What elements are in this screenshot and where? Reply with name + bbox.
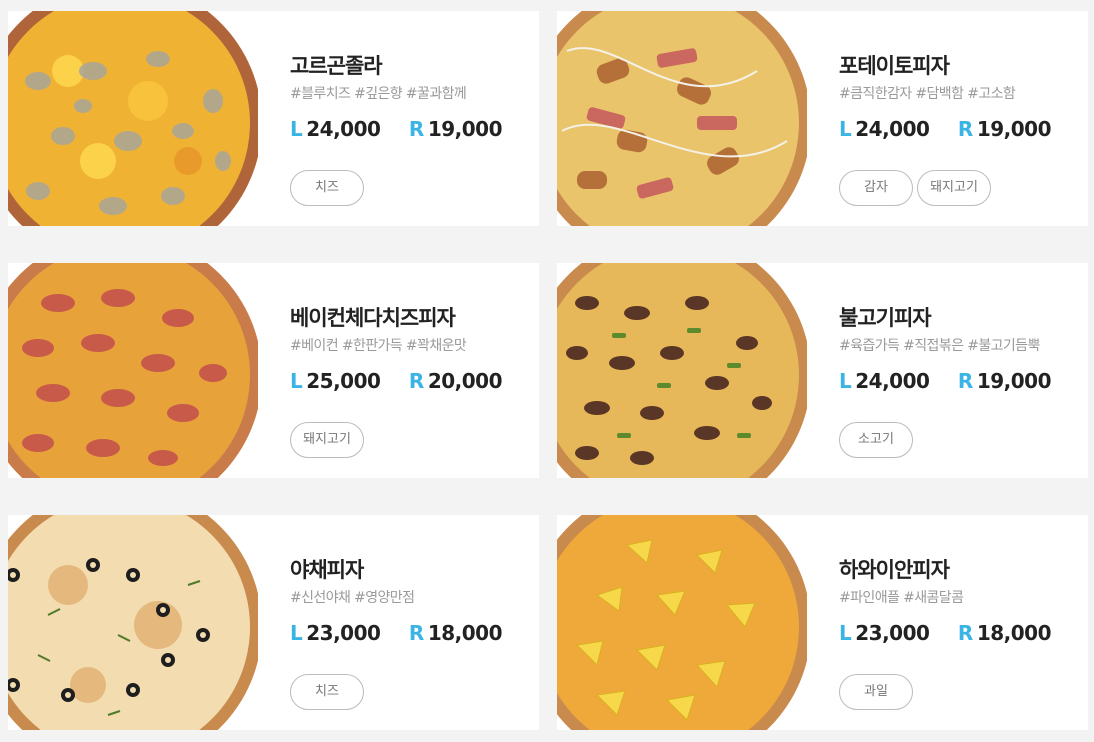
price-large-amount: 25,000 <box>306 369 381 393</box>
pizza-tags: #신선야채 #영양만점 <box>290 590 415 606</box>
menu-card-info: 고르곤졸라 #블루치즈 #깊은향 #꿀과함께 L 24,000 R 19,000 치… <box>290 51 535 206</box>
price-large: L 23,000 <box>290 618 381 648</box>
potato-pizza-image[interactable] <box>557 11 807 226</box>
bacon-cheddar-pizza-image[interactable] <box>8 263 258 478</box>
menu-card-info: 하와이안피자 #파인애플 #새콤달콤 L 23,000 R 18,000 과일 <box>839 555 1084 710</box>
price-regular: R 18,000 <box>957 618 1052 648</box>
size-large-label: L <box>839 621 852 645</box>
price-regular: R 18,000 <box>408 618 503 648</box>
pizza-tags: #육즙가득 #직접볶은 #불고기듬뿍 <box>839 338 1040 354</box>
menu-card-info: 포테이토피자 #큼직한감자 #담백함 #고소함 L 24,000 R 19,000 … <box>839 51 1084 206</box>
pizza-prices: L 23,000 R 18,000 <box>290 618 535 648</box>
price-regular: R 20,000 <box>408 366 503 396</box>
price-large: L 23,000 <box>839 618 930 648</box>
menu-card-info: 야채피자 #신선야채 #영양만점 L 23,000 R 18,000 치즈 <box>290 555 535 710</box>
menu-card-bacon-cheddar[interactable]: 베이컨체다치즈피자 #베이컨 #한판가득 #꽉채운맛 L 25,000 R 20,0… <box>8 263 539 478</box>
size-regular-label: R <box>957 369 973 393</box>
price-large-amount: 24,000 <box>855 117 930 141</box>
pizza-prices: L 24,000 R 19,000 <box>839 366 1084 396</box>
price-large-amount: 23,000 <box>855 621 930 645</box>
vegetable-pizza-image[interactable] <box>8 515 258 730</box>
price-regular: R 19,000 <box>957 366 1052 396</box>
topping-chips: 감자 돼지고기 <box>839 170 1084 206</box>
topping-chip[interactable]: 돼지고기 <box>917 170 991 206</box>
size-large-label: L <box>290 117 303 141</box>
topping-chips: 과일 <box>839 674 1084 710</box>
menu-card-info: 불고기피자 #육즙가득 #직접볶은 #불고기듬뿍 L 24,000 R 19,000… <box>839 303 1084 458</box>
topping-chips: 치즈 <box>290 674 535 710</box>
pizza-tags: #블루치즈 #깊은향 #꿀과함께 <box>290 86 467 102</box>
topping-chip[interactable]: 소고기 <box>839 422 913 458</box>
price-regular-amount: 18,000 <box>427 621 503 645</box>
pizza-tags: #베이컨 #한판가득 #꽉채운맛 <box>290 338 467 354</box>
bulgogi-pizza-image[interactable] <box>557 263 807 478</box>
menu-card-hawaiian[interactable]: 하와이안피자 #파인애플 #새콤달콤 L 23,000 R 18,000 과일 <box>557 515 1088 730</box>
pizza-name[interactable]: 베이컨체다치즈피자 <box>290 303 535 333</box>
size-regular-label: R <box>408 369 424 393</box>
price-large-amount: 24,000 <box>855 369 930 393</box>
size-regular-label: R <box>957 621 973 645</box>
size-large-label: L <box>839 117 852 141</box>
pizza-prices: L 24,000 R 19,000 <box>290 114 535 144</box>
topping-chip[interactable]: 과일 <box>839 674 913 710</box>
price-large: L 24,000 <box>839 366 930 396</box>
pizza-prices: L 24,000 R 19,000 <box>839 114 1084 144</box>
price-regular-amount: 19,000 <box>976 117 1052 141</box>
menu-card-info: 베이컨체다치즈피자 #베이컨 #한판가득 #꽉채운맛 L 25,000 R 20,0… <box>290 303 535 458</box>
price-regular-amount: 19,000 <box>976 369 1052 393</box>
pizza-menu-grid: 고르곤졸라 #블루치즈 #깊은향 #꿀과함께 L 24,000 R 19,000 치… <box>0 0 1094 742</box>
size-regular-label: R <box>408 621 424 645</box>
price-regular-amount: 19,000 <box>427 117 503 141</box>
pizza-name[interactable]: 불고기피자 <box>839 303 1084 333</box>
price-large: L 24,000 <box>290 114 381 144</box>
menu-card-vegetable[interactable]: 야채피자 #신선야채 #영양만점 L 23,000 R 18,000 치즈 <box>8 515 539 730</box>
pizza-prices: L 23,000 R 18,000 <box>839 618 1084 648</box>
topping-chip[interactable]: 치즈 <box>290 674 364 710</box>
price-regular: R 19,000 <box>408 114 503 144</box>
size-large-label: L <box>839 369 852 393</box>
price-large-amount: 24,000 <box>306 117 381 141</box>
price-regular: R 19,000 <box>957 114 1052 144</box>
pizza-name[interactable]: 포테이토피자 <box>839 51 1084 81</box>
topping-chip[interactable]: 돼지고기 <box>290 422 364 458</box>
price-large-amount: 23,000 <box>306 621 381 645</box>
size-regular-label: R <box>408 117 424 141</box>
price-regular-amount: 18,000 <box>976 621 1052 645</box>
price-large: L 24,000 <box>839 114 930 144</box>
pizza-name[interactable]: 하와이안피자 <box>839 555 1084 585</box>
size-large-label: L <box>290 621 303 645</box>
topping-chip[interactable]: 치즈 <box>290 170 364 206</box>
size-large-label: L <box>290 369 303 393</box>
menu-card-potato[interactable]: 포테이토피자 #큼직한감자 #담백함 #고소함 L 24,000 R 19,000 … <box>557 11 1088 226</box>
menu-card-gorgonzola[interactable]: 고르곤졸라 #블루치즈 #깊은향 #꿀과함께 L 24,000 R 19,000 치… <box>8 11 539 226</box>
pizza-name[interactable]: 야채피자 <box>290 555 535 585</box>
size-regular-label: R <box>957 117 973 141</box>
topping-chips: 소고기 <box>839 422 1084 458</box>
menu-card-bulgogi[interactable]: 불고기피자 #육즙가득 #직접볶은 #불고기듬뿍 L 24,000 R 19,000… <box>557 263 1088 478</box>
price-large: L 25,000 <box>290 366 381 396</box>
gorgonzola-pizza-image[interactable] <box>8 11 258 226</box>
topping-chips: 돼지고기 <box>290 422 535 458</box>
pizza-name[interactable]: 고르곤졸라 <box>290 51 535 81</box>
price-regular-amount: 20,000 <box>427 369 503 393</box>
hawaiian-pizza-image[interactable] <box>557 515 807 730</box>
pizza-tags: #파인애플 #새콤달콤 <box>839 590 964 606</box>
topping-chips: 치즈 <box>290 170 535 206</box>
pizza-tags: #큼직한감자 #담백함 #고소함 <box>839 86 1016 102</box>
pizza-prices: L 25,000 R 20,000 <box>290 366 535 396</box>
topping-chip[interactable]: 감자 <box>839 170 913 206</box>
